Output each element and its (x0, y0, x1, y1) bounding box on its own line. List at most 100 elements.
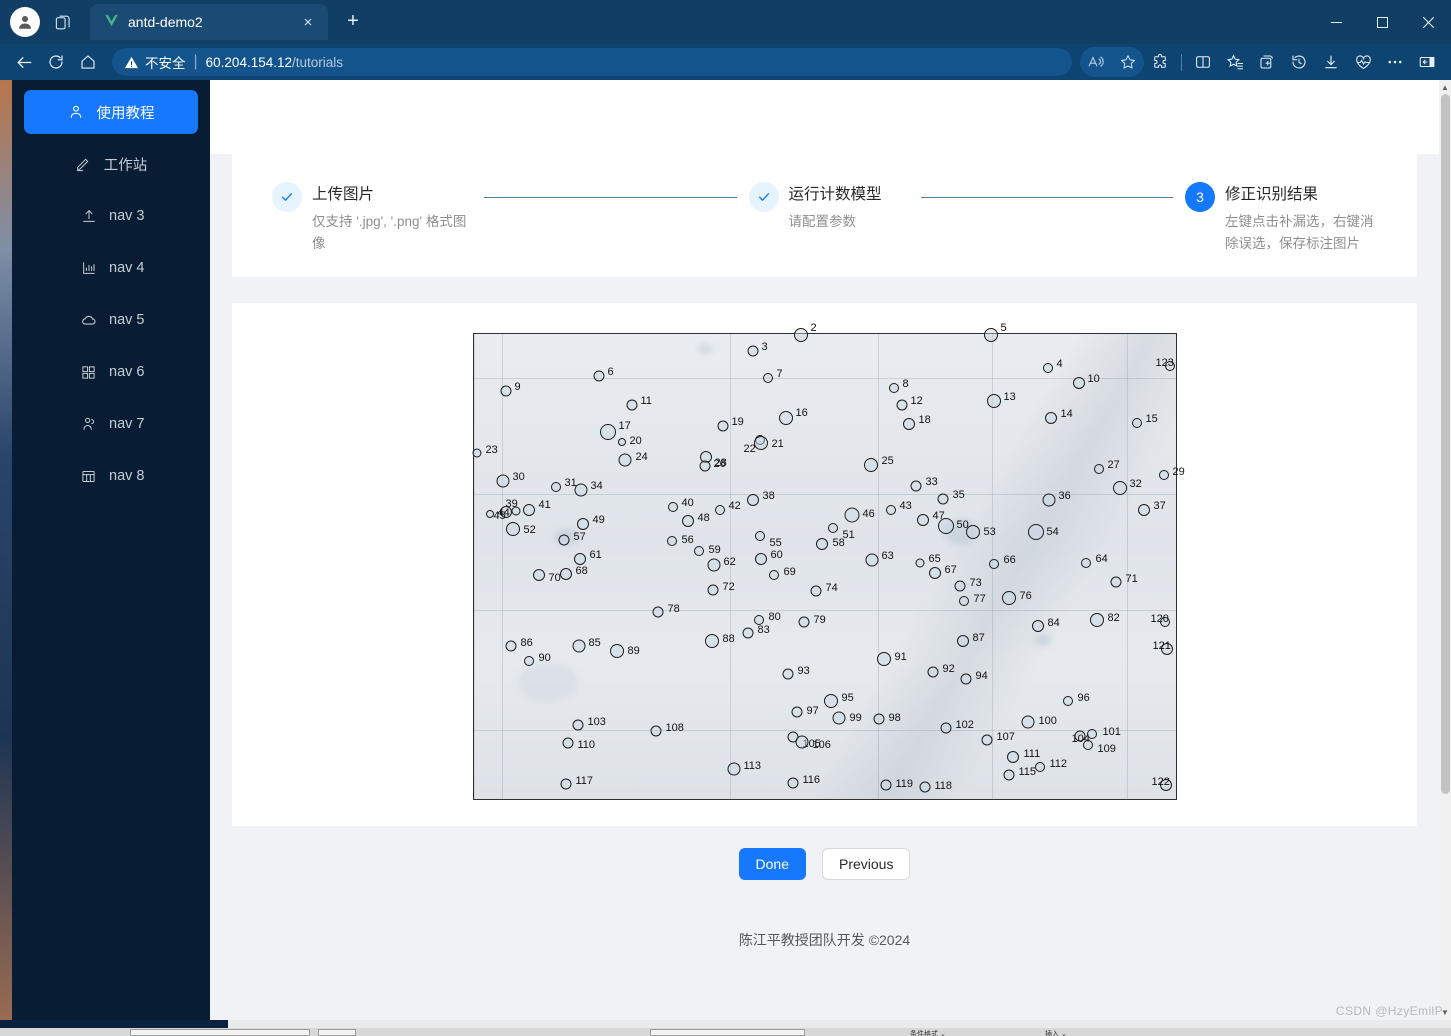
minimize-button[interactable] (1313, 0, 1359, 44)
sidebar-item-nav6[interactable]: nav 6 (24, 350, 198, 394)
done-button[interactable]: Done (738, 848, 806, 880)
detection-point-circle[interactable] (472, 448, 481, 458)
step-correct-results[interactable]: 3 修正识别结果 左键点击补漏选，右键消除误选，保存标注图片 (1185, 180, 1377, 255)
detection-point-circle[interactable] (988, 559, 999, 569)
detection-point-circle[interactable] (550, 482, 561, 492)
detection-point-circle[interactable] (652, 606, 663, 618)
detection-point-circle[interactable] (747, 345, 758, 357)
favorites-list-icon[interactable] (1219, 47, 1251, 77)
detection-point-circle[interactable] (707, 584, 718, 596)
detection-point-circle[interactable] (505, 522, 520, 536)
detection-point-circle[interactable] (704, 634, 719, 648)
detection-point-circle[interactable] (1001, 591, 1016, 605)
close-window-button[interactable] (1405, 0, 1451, 44)
more-options-icon[interactable] (1379, 47, 1411, 77)
detection-point-circle[interactable] (798, 616, 809, 628)
detection-point-circle[interactable] (1137, 504, 1150, 516)
detection-point-circle[interactable] (919, 781, 930, 793)
sidebar-toggle-icon[interactable] (1411, 47, 1443, 77)
detection-point-circle[interactable] (1080, 558, 1091, 568)
detection-point-circle[interactable] (762, 373, 773, 383)
detection-point-circle[interactable] (558, 534, 569, 546)
detection-point-circle[interactable] (1062, 696, 1073, 706)
detection-point-circle[interactable] (500, 385, 511, 397)
detection-point-circle[interactable] (1027, 524, 1044, 540)
detection-point-circle[interactable] (873, 713, 884, 725)
sidebar-item-nav3[interactable]: nav 3 (24, 194, 198, 238)
detection-point-circle[interactable] (787, 777, 798, 789)
split-screen-icon[interactable] (1187, 47, 1219, 77)
close-tab-icon[interactable]: × (298, 14, 318, 31)
detection-point-circle[interactable] (910, 480, 921, 492)
detection-point-circle[interactable] (844, 507, 859, 523)
detection-point-circle[interactable] (485, 510, 494, 518)
detection-point-circle[interactable] (626, 399, 637, 411)
detection-point-circle[interactable] (699, 460, 710, 472)
previous-button[interactable]: Previous (822, 848, 911, 880)
detection-point-circle[interactable] (532, 569, 545, 581)
detection-point-circle[interactable] (983, 328, 998, 342)
detection-point-circle[interactable] (810, 585, 821, 597)
sidebar-item-nav4[interactable]: nav 4 (24, 246, 198, 290)
ribbon-item-conditional-format[interactable]: 条件格式 ⌄ (910, 1029, 946, 1036)
detection-point-circle[interactable] (523, 656, 534, 666)
detection-point-circle[interactable] (593, 370, 604, 382)
detection-point-circle[interactable] (815, 538, 828, 550)
read-aloud-icon[interactable] (1080, 47, 1112, 77)
detection-point-circle[interactable] (1021, 715, 1034, 729)
detection-point-circle[interactable] (1044, 412, 1057, 424)
detection-point-circle[interactable] (981, 734, 992, 746)
detection-point-circle[interactable] (599, 424, 616, 440)
detection-point-circle[interactable] (888, 383, 899, 393)
detection-point-circle[interactable] (791, 706, 802, 718)
detection-point-circle[interactable] (863, 458, 878, 472)
detection-point-circle[interactable] (927, 666, 938, 678)
detection-point-circle[interactable] (707, 558, 720, 572)
detection-point-circle[interactable] (986, 394, 1001, 408)
page-scrollbar[interactable]: ▲ ▼ (1439, 80, 1451, 1020)
favorite-icon[interactable] (1112, 47, 1144, 77)
detection-point-circle[interactable] (650, 725, 661, 737)
collections-add-icon[interactable] (1251, 47, 1283, 77)
detection-point-circle[interactable] (960, 673, 971, 685)
detection-point-circle[interactable] (937, 493, 948, 505)
detection-point-circle[interactable] (1003, 769, 1014, 781)
detection-point-circle[interactable] (928, 567, 941, 579)
detection-point-circle[interactable] (754, 553, 767, 565)
detection-point-circle[interactable] (717, 420, 728, 432)
profile-avatar[interactable] (10, 7, 40, 37)
detection-point-circle[interactable] (954, 580, 965, 592)
detection-point-circle[interactable] (753, 436, 768, 450)
sidebar-item-nav8[interactable]: nav 8 (24, 454, 198, 498)
detection-point-circle[interactable] (1089, 613, 1104, 627)
detection-point-circle[interactable] (915, 558, 924, 568)
extensions-icon[interactable] (1144, 47, 1176, 77)
url-text[interactable]: 60.204.154.12/tutorials (206, 55, 343, 70)
detection-point-circle[interactable] (778, 411, 793, 425)
detection-point-circle[interactable] (965, 525, 980, 539)
maximize-button[interactable] (1359, 0, 1405, 44)
detection-point-circle[interactable] (522, 504, 535, 516)
detection-point-circle[interactable] (618, 453, 631, 467)
detection-point-circle[interactable] (1131, 418, 1142, 428)
detection-point-circle[interactable] (667, 502, 678, 512)
detection-point-circle[interactable] (1082, 740, 1093, 750)
step-upload-image[interactable]: 上传图片 仅支持 '.jpg', '.png' 格式图像 (272, 180, 470, 255)
detection-point-circle[interactable] (746, 494, 759, 506)
detection-point-circle[interactable] (885, 505, 896, 515)
detection-point-circle[interactable] (574, 483, 587, 497)
address-bar[interactable]: 不安全 | 60.204.154.12/tutorials (112, 48, 1072, 76)
detection-point-circle[interactable] (937, 518, 954, 534)
back-icon[interactable] (8, 47, 40, 77)
detection-point-circle[interactable] (559, 568, 572, 580)
detection-point-circle[interactable] (609, 644, 624, 658)
detection-point-circle[interactable] (742, 627, 753, 639)
refresh-icon[interactable] (40, 47, 72, 77)
detection-point-circle[interactable] (505, 640, 516, 652)
scrollbar-thumb[interactable] (1441, 94, 1450, 794)
detection-point-circle[interactable] (876, 652, 891, 666)
detection-point-circle[interactable] (880, 779, 891, 791)
detection-point-circle[interactable] (768, 570, 779, 580)
annotation-canvas[interactable]: 2 5 3 6 9 7 4 8 11 10 12 13 14 15 17 20 19 16 18 22 21 23 24 26… (472, 323, 1185, 800)
detection-point-circle[interactable] (754, 531, 765, 541)
